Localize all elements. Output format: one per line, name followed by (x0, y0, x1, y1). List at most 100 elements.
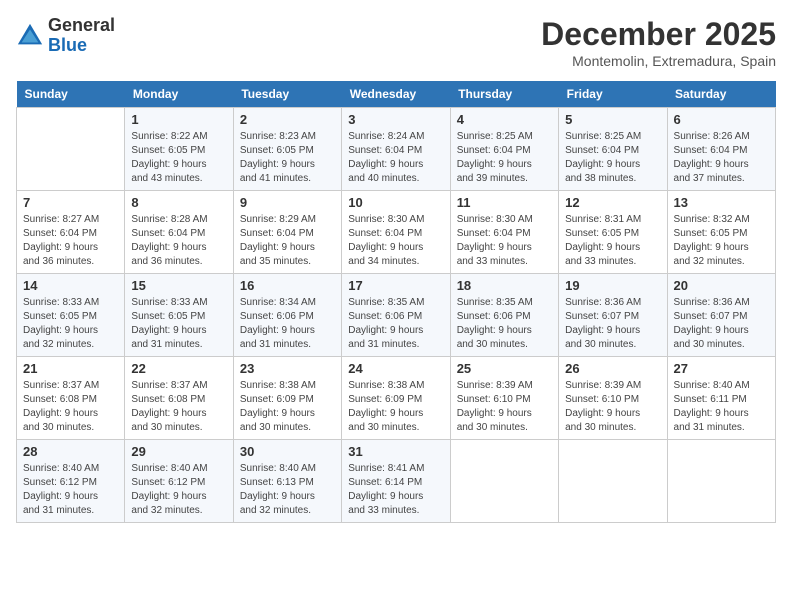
calendar-cell: 16Sunrise: 8:34 AM Sunset: 6:06 PM Dayli… (233, 274, 341, 357)
day-number: 21 (23, 361, 118, 376)
calendar-cell: 25 Sunrise: 8:39 AM Sunset: 6:10 PM Dayli… (450, 357, 558, 440)
calendar-cell (17, 108, 125, 191)
day-number: 22 (131, 361, 226, 376)
day-number: 4 (457, 112, 552, 127)
cell-info: Sunrise: 8:40 AM Sunset: 6:11 PM Dayligh… (674, 379, 769, 435)
day-number: 1 (131, 112, 226, 127)
calendar-header: SundayMondayTuesdayWednesdayThursdayFrid… (17, 81, 776, 108)
header-day-tuesday: Tuesday (233, 81, 341, 108)
calendar-cell (667, 440, 775, 523)
day-number: 12 (565, 195, 660, 210)
month-year: December 2025 (541, 16, 776, 53)
calendar-cell: 27 Sunrise: 8:40 AM Sunset: 6:11 PM Dayli… (667, 357, 775, 440)
calendar-cell: 23Sunrise: 8:38 AM Sunset: 6:09 PM Dayli… (233, 357, 341, 440)
calendar-cell: 20Sunrise: 8:36 AM Sunset: 6:07 PM Dayli… (667, 274, 775, 357)
day-number: 3 (348, 112, 443, 127)
cell-info: Sunrise: 8:41 AM Sunset: 6:14 PM Dayligh… (348, 462, 443, 518)
cell-info: Sunrise: 8:36 AM Sunset: 6:07 PM Dayligh… (565, 296, 660, 352)
header-day-thursday: Thursday (450, 81, 558, 108)
calendar-body: 1 Sunrise: 8:22 AM Sunset: 6:05 PM Daylig… (17, 108, 776, 523)
day-number: 17 (348, 278, 443, 293)
calendar-cell: 31 Sunrise: 8:41 AM Sunset: 6:14 PM Dayli… (342, 440, 450, 523)
cell-info: Sunrise: 8:31 AM Sunset: 6:05 PM Dayligh… (565, 213, 660, 269)
logo-icon (16, 22, 44, 50)
cell-info: Sunrise: 8:22 AM Sunset: 6:05 PM Dayligh… (131, 130, 226, 186)
calendar-table: SundayMondayTuesdayWednesdayThursdayFrid… (16, 81, 776, 523)
day-number: 27 (674, 361, 769, 376)
calendar-cell: 7Sunrise: 8:27 AM Sunset: 6:04 PM Daylig… (17, 191, 125, 274)
calendar-cell: 9 Sunrise: 8:29 AM Sunset: 6:04 PM Daylig… (233, 191, 341, 274)
cell-info: Sunrise: 8:28 AM Sunset: 6:04 PM Dayligh… (131, 213, 226, 269)
day-number: 19 (565, 278, 660, 293)
cell-info: Sunrise: 8:30 AM Sunset: 6:04 PM Dayligh… (348, 213, 443, 269)
calendar-cell: 10Sunrise: 8:30 AM Sunset: 6:04 PM Dayli… (342, 191, 450, 274)
cell-info: Sunrise: 8:29 AM Sunset: 6:04 PM Dayligh… (240, 213, 335, 269)
day-number: 28 (23, 444, 118, 459)
calendar-cell: 12 Sunrise: 8:31 AM Sunset: 6:05 PM Dayli… (559, 191, 667, 274)
calendar-cell: 26 Sunrise: 8:39 AM Sunset: 6:10 PM Dayli… (559, 357, 667, 440)
header-day-sunday: Sunday (17, 81, 125, 108)
day-number: 26 (565, 361, 660, 376)
day-number: 18 (457, 278, 552, 293)
header-day-saturday: Saturday (667, 81, 775, 108)
calendar-cell: 4 Sunrise: 8:25 AM Sunset: 6:04 PM Daylig… (450, 108, 558, 191)
cell-info: Sunrise: 8:35 AM Sunset: 6:06 PM Dayligh… (457, 296, 552, 352)
calendar-cell: 6 Sunrise: 8:26 AM Sunset: 6:04 PM Daylig… (667, 108, 775, 191)
header-day-monday: Monday (125, 81, 233, 108)
calendar-cell: 15Sunrise: 8:33 AM Sunset: 6:05 PM Dayli… (125, 274, 233, 357)
cell-info: Sunrise: 8:24 AM Sunset: 6:04 PM Dayligh… (348, 130, 443, 186)
logo-blue-text: Blue (48, 35, 87, 55)
calendar-cell (450, 440, 558, 523)
cell-info: Sunrise: 8:38 AM Sunset: 6:09 PM Dayligh… (240, 379, 335, 435)
day-number: 13 (674, 195, 769, 210)
location: Montemolin, Extremadura, Spain (541, 53, 776, 69)
calendar-cell: 3 Sunrise: 8:24 AM Sunset: 6:04 PM Daylig… (342, 108, 450, 191)
calendar-cell: 24Sunrise: 8:38 AM Sunset: 6:09 PM Dayli… (342, 357, 450, 440)
day-number: 29 (131, 444, 226, 459)
day-number: 2 (240, 112, 335, 127)
calendar-cell: 19 Sunrise: 8:36 AM Sunset: 6:07 PM Dayli… (559, 274, 667, 357)
cell-info: Sunrise: 8:25 AM Sunset: 6:04 PM Dayligh… (457, 130, 552, 186)
cell-info: Sunrise: 8:38 AM Sunset: 6:09 PM Dayligh… (348, 379, 443, 435)
day-number: 14 (23, 278, 118, 293)
calendar-cell (559, 440, 667, 523)
cell-info: Sunrise: 8:39 AM Sunset: 6:10 PM Dayligh… (565, 379, 660, 435)
calendar-cell: 29Sunrise: 8:40 AM Sunset: 6:12 PM Dayli… (125, 440, 233, 523)
calendar-cell: 21Sunrise: 8:37 AM Sunset: 6:08 PM Dayli… (17, 357, 125, 440)
cell-info: Sunrise: 8:30 AM Sunset: 6:04 PM Dayligh… (457, 213, 552, 269)
day-number: 16 (240, 278, 335, 293)
day-number: 6 (674, 112, 769, 127)
calendar-cell: 18 Sunrise: 8:35 AM Sunset: 6:06 PM Dayli… (450, 274, 558, 357)
header-day-wednesday: Wednesday (342, 81, 450, 108)
week-row-1: 1 Sunrise: 8:22 AM Sunset: 6:05 PM Daylig… (17, 108, 776, 191)
header-day-friday: Friday (559, 81, 667, 108)
header-row: SundayMondayTuesdayWednesdayThursdayFrid… (17, 81, 776, 108)
title-block: December 2025 Montemolin, Extremadura, S… (541, 16, 776, 69)
cell-info: Sunrise: 8:27 AM Sunset: 6:04 PM Dayligh… (23, 213, 118, 269)
day-number: 8 (131, 195, 226, 210)
logo: General Blue (16, 16, 115, 56)
cell-info: Sunrise: 8:40 AM Sunset: 6:12 PM Dayligh… (23, 462, 118, 518)
calendar-cell: 17 Sunrise: 8:35 AM Sunset: 6:06 PM Dayli… (342, 274, 450, 357)
cell-info: Sunrise: 8:39 AM Sunset: 6:10 PM Dayligh… (457, 379, 552, 435)
calendar-cell: 8 Sunrise: 8:28 AM Sunset: 6:04 PM Daylig… (125, 191, 233, 274)
day-number: 11 (457, 195, 552, 210)
day-number: 25 (457, 361, 552, 376)
day-number: 30 (240, 444, 335, 459)
calendar-cell: 13 Sunrise: 8:32 AM Sunset: 6:05 PM Dayli… (667, 191, 775, 274)
calendar-cell: 2 Sunrise: 8:23 AM Sunset: 6:05 PM Daylig… (233, 108, 341, 191)
day-number: 9 (240, 195, 335, 210)
calendar-cell: 11 Sunrise: 8:30 AM Sunset: 6:04 PM Dayli… (450, 191, 558, 274)
week-row-2: 7Sunrise: 8:27 AM Sunset: 6:04 PM Daylig… (17, 191, 776, 274)
cell-info: Sunrise: 8:35 AM Sunset: 6:06 PM Dayligh… (348, 296, 443, 352)
calendar-cell: 22 Sunrise: 8:37 AM Sunset: 6:08 PM Dayli… (125, 357, 233, 440)
cell-info: Sunrise: 8:26 AM Sunset: 6:04 PM Dayligh… (674, 130, 769, 186)
cell-info: Sunrise: 8:25 AM Sunset: 6:04 PM Dayligh… (565, 130, 660, 186)
day-number: 31 (348, 444, 443, 459)
week-row-3: 14 Sunrise: 8:33 AM Sunset: 6:05 PM Dayli… (17, 274, 776, 357)
cell-info: Sunrise: 8:37 AM Sunset: 6:08 PM Dayligh… (131, 379, 226, 435)
calendar-cell: 30Sunrise: 8:40 AM Sunset: 6:13 PM Dayli… (233, 440, 341, 523)
cell-info: Sunrise: 8:23 AM Sunset: 6:05 PM Dayligh… (240, 130, 335, 186)
cell-info: Sunrise: 8:33 AM Sunset: 6:05 PM Dayligh… (131, 296, 226, 352)
cell-info: Sunrise: 8:32 AM Sunset: 6:05 PM Dayligh… (674, 213, 769, 269)
